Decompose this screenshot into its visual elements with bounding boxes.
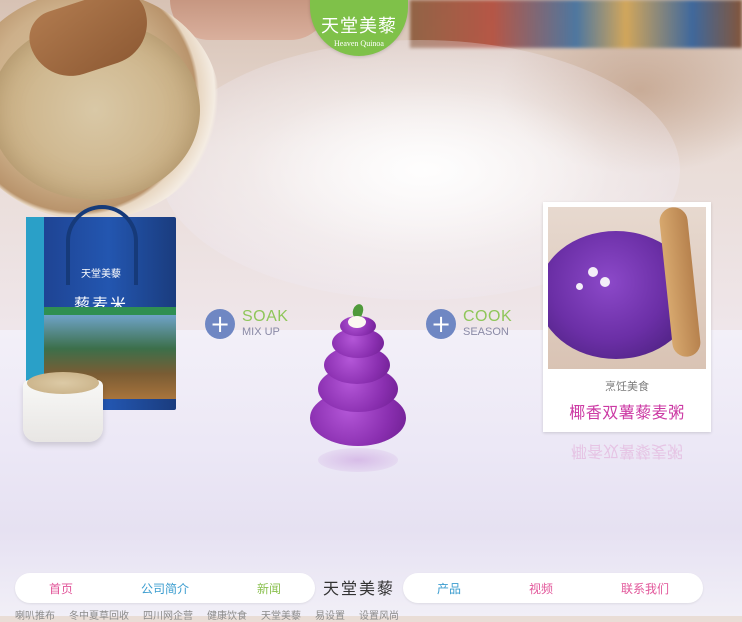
cup-grains — [27, 372, 99, 394]
flower-garnish — [576, 283, 583, 290]
package-brand: 天堂美藜 — [81, 269, 121, 280]
step-soak: + SOAK MIX UP — [205, 308, 288, 339]
recipe-title[interactable]: 椰香双薯藜麦粥 — [543, 399, 711, 423]
step-cook-title: COOK — [463, 308, 513, 325]
plus-icon: + — [426, 308, 456, 339]
nav-item-news[interactable]: 新闻 — [257, 580, 281, 597]
background-hand — [170, 0, 330, 40]
main-navigation: 首页 公司简介 新闻 天堂美藜 产品 视频 联系我们 — [15, 573, 703, 605]
quinoa-cup-image — [17, 372, 107, 444]
footer-link[interactable]: 天堂美藜 — [261, 607, 301, 622]
package-stripe — [44, 307, 176, 315]
nav-item-about[interactable]: 公司简介 — [141, 580, 189, 597]
recipe-card[interactable]: 烹饪美食 椰香双薯藜麦粥 — [543, 202, 711, 432]
footer-link[interactable]: 易设置 — [315, 607, 345, 622]
recipe-category: 烹饪美食 — [605, 380, 649, 393]
nav-left-group: 首页 公司简介 新闻 — [15, 573, 315, 603]
flower-garnish — [600, 277, 610, 287]
step-soak-subtitle: MIX UP — [242, 326, 280, 338]
nav-item-contact[interactable]: 联系我们 — [621, 580, 669, 597]
logo-chinese-text: 天堂美藜 — [321, 16, 397, 37]
nav-right-group: 产品 视频 联系我们 — [403, 573, 703, 603]
logo-english-text: Heaven Quinoa — [334, 39, 384, 48]
plus-icon: + — [205, 308, 235, 339]
step-cook: + COOK SEASON — [426, 308, 512, 339]
footer-link[interactable]: 健康饮食 — [207, 607, 247, 622]
footer-link[interactable]: 喇叭推布 — [15, 607, 55, 622]
recipe-photo — [548, 207, 706, 369]
step-soak-text: SOAK MIX UP — [242, 308, 288, 339]
footer-link[interactable]: 冬中夏草回收 — [69, 607, 129, 622]
recipe-title-reflection: 椰香双薯藜麦粥 — [570, 442, 683, 461]
nav-item-products[interactable]: 产品 — [437, 580, 461, 597]
nav-brand[interactable]: 天堂美藜 — [319, 575, 399, 599]
flower-garnish — [588, 267, 598, 277]
footer-link[interactable]: 设置风尚 — [359, 607, 399, 622]
step-cook-text: COOK SEASON — [463, 308, 512, 339]
dessert-reflection — [318, 448, 398, 472]
nav-item-video[interactable]: 视频 — [529, 580, 553, 597]
step-soak-title: SOAK — [242, 308, 289, 325]
footer-link[interactable]: 四川网企营 — [143, 607, 193, 622]
step-cook-subtitle: SEASON — [463, 326, 509, 338]
purple-dessert-image — [308, 300, 408, 450]
nav-item-home[interactable]: 首页 — [49, 580, 73, 597]
footer-links: 喇叭推布 冬中夏草回收 四川网企营 健康饮食 天堂美藜 易设置 设置风尚 — [15, 607, 715, 622]
flower-garnish — [348, 316, 366, 328]
